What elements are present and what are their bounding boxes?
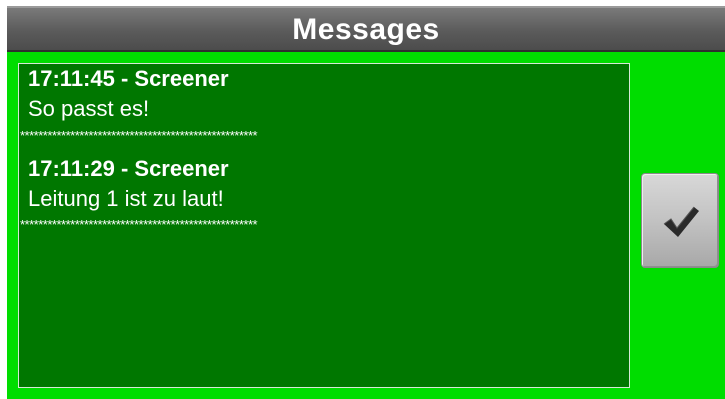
message-list[interactable]: 17:11:45 - Screener So passt es! *******… xyxy=(18,63,630,388)
message-separator: ****************************************… xyxy=(20,130,258,142)
message-body: Leitung 1 ist zu laut! xyxy=(28,186,224,211)
message-header: 17:11:29 - Screener xyxy=(28,156,229,181)
message-separator: ****************************************… xyxy=(20,219,258,231)
message-body: So passt es! xyxy=(28,96,150,121)
message-header: 17:11:45 - Screener xyxy=(28,66,229,91)
messages-window: Messages 17:11:45 - Screener So passt es… xyxy=(7,6,725,399)
title-bar: Messages xyxy=(7,6,725,52)
confirm-button[interactable] xyxy=(641,173,719,268)
checkmark-icon xyxy=(663,206,699,237)
window-title: Messages xyxy=(292,13,440,46)
